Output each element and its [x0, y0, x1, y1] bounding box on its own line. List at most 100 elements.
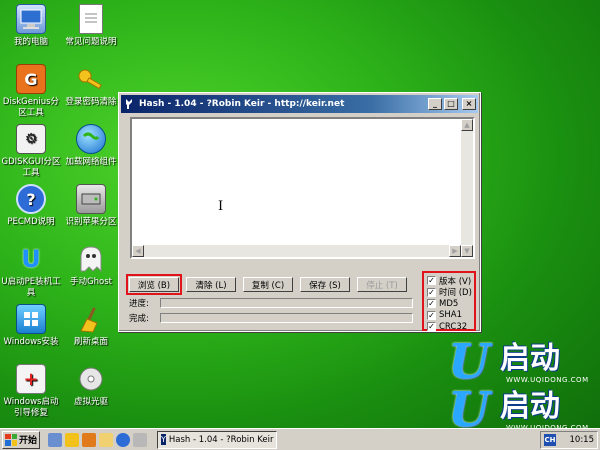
checkbox-sha1[interactable]: ✓ SHA1 [427, 310, 474, 322]
desktop-icon-u-installer[interactable]: U U启动PE装机工具 [0, 244, 62, 299]
scroll-left-button[interactable]: ◀ [132, 245, 144, 257]
checkmark-icon: ✓ [427, 287, 436, 297]
desktop-icon-my-computer[interactable]: 我的电脑 [0, 4, 62, 48]
checkmark-icon: ✓ [427, 276, 436, 286]
drive-icon [76, 184, 106, 214]
close-button[interactable]: × [462, 98, 476, 110]
clear-button[interactable]: 清除 (L) [186, 277, 236, 292]
help-icon: ? [16, 184, 46, 214]
save-button[interactable]: 保存 (S) [300, 277, 350, 292]
key-icon [76, 64, 106, 94]
tool-icon[interactable] [82, 432, 96, 447]
checkbox-time[interactable]: ✓ 时间 (D) [427, 287, 474, 299]
desktop-icon-apple-partition[interactable]: 识别苹果分区 [60, 184, 122, 228]
brand-letter: U [448, 334, 490, 390]
desktop-icon-label: 刷新桌面 [73, 337, 108, 347]
close-icon: × [465, 99, 473, 108]
desktop-icon-ghost[interactable]: 手动Ghost [60, 244, 122, 288]
brand-url: WWW.UQIDONG.COM [506, 376, 589, 384]
taskbar-item-label: Hash - 1.04 - ?Robin Keir ... [168, 434, 277, 445]
scroll-right-button[interactable]: ▶ [449, 245, 461, 257]
desktop-icon-label: 手动Ghost [70, 277, 112, 287]
explorer-icon[interactable] [65, 432, 79, 447]
complete-bar [160, 313, 413, 323]
medkit-icon: + [16, 364, 46, 394]
start-label: 开始 [19, 436, 38, 446]
complete-label: 完成: [129, 314, 149, 324]
hash-options-group: ✓ 版本 (V) ✓ 时间 (D) ✓ MD5 ✓ SHA1 ✓ CRC32 [422, 271, 476, 333]
desktop-icon-network[interactable]: 加载网络组件 [60, 124, 122, 168]
windows-logo-icon [5, 433, 17, 446]
minimize-icon: _ [433, 99, 437, 108]
text-cursor-icon: I [218, 199, 224, 214]
desktop-icon-label: 我的电脑 [13, 37, 48, 47]
eraser-icon[interactable] [133, 432, 147, 447]
folder-icon[interactable] [99, 432, 113, 447]
quick-launch [48, 432, 147, 447]
desktop-icon-gdisk[interactable]: ⚙ GDISKGUI分区工具 [0, 124, 62, 179]
action-button-row: 浏览 (B) 清除 (L) 复制 (C) 保存 (S) 停止 (T) [126, 274, 407, 295]
u-installer-icon: U [21, 244, 41, 273]
desktop-icon-label: GDISKGUI分区工具 [1, 157, 61, 178]
hash-app-icon: Y [161, 434, 166, 445]
maximize-button[interactable]: □ [444, 98, 458, 110]
hash-output-area[interactable]: I ▲ ▼ ◀ ▶ [130, 117, 475, 259]
desktop-icon-diskgenius[interactable]: G DiskGenius分区工具 [0, 64, 62, 119]
cd-icon [76, 364, 106, 394]
window-titlebar[interactable]: Hash - 1.04 - ?Robin Keir - http://keir.… [121, 95, 478, 113]
desktop-icon-windows-setup[interactable]: Windows安装 [0, 304, 62, 348]
desktop-icon-faq[interactable]: 常见问题说明 [60, 4, 122, 48]
desktop-icon-pecmd[interactable]: ? PECMD说明 [0, 184, 62, 228]
browse-button[interactable]: 浏览 (B) [126, 274, 182, 295]
checkmark-icon: ✓ [427, 299, 436, 309]
desktop-icon-virtual-cd[interactable]: 虚拟光驱 [60, 364, 122, 408]
gdisk-icon: ⚙ [16, 124, 46, 154]
checkbox-label: CRC32 [439, 321, 468, 332]
window-title: Hash - 1.04 - ?Robin Keir - http://keir.… [139, 99, 345, 109]
maximize-icon: □ [447, 99, 455, 108]
scroll-up-button[interactable]: ▲ [461, 119, 473, 131]
desktop-icon-boot-repair[interactable]: + Windows启动引导修复 [0, 364, 62, 419]
horizontal-scrollbar[interactable]: ◀ ▶ [132, 245, 461, 257]
desktop-icon-password-clear[interactable]: 登录密码清除 [60, 64, 122, 108]
my-computer-icon [16, 4, 46, 34]
document-icon [79, 4, 103, 34]
system-tray: CH 10:15 [540, 431, 598, 449]
progress-bar [160, 298, 413, 308]
taskbar-item-hash[interactable]: Y Hash - 1.04 - ?Robin Keir ... [157, 430, 277, 449]
diskgenius-icon: G [16, 64, 46, 94]
hash-window: Hash - 1.04 - ?Robin Keir - http://keir.… [118, 92, 481, 332]
show-desktop-icon[interactable] [48, 432, 62, 447]
taskbar: 开始 Y Hash - 1.04 - ?Robin Keir ... CH 10… [0, 428, 600, 450]
brand-text: 启动 [500, 389, 560, 424]
checkbox-version[interactable]: ✓ 版本 (V) [427, 275, 474, 287]
windows-setup-icon [16, 304, 46, 334]
desktop-icon-label: 识别苹果分区 [65, 217, 117, 227]
desktop-icon-refresh-desktop[interactable]: 刷新桌面 [60, 304, 122, 348]
start-button[interactable]: 开始 [2, 430, 40, 449]
scroll-down-button[interactable]: ▼ [461, 245, 473, 257]
hash-app-icon [123, 98, 135, 110]
minimize-button[interactable]: _ [428, 98, 442, 110]
checkbox-label: 时间 (D) [439, 288, 472, 299]
checkmark-icon: ✓ [427, 310, 436, 320]
desktop-icon-label: 登录密码清除 [65, 97, 117, 107]
checkbox-crc32[interactable]: ✓ CRC32 [427, 321, 474, 333]
network-globe-icon [76, 124, 106, 154]
brand-letter: U [448, 382, 490, 438]
broom-icon [76, 304, 106, 334]
copy-button[interactable]: 复制 (C) [243, 277, 293, 292]
input-language-icon[interactable]: CH [544, 434, 556, 446]
progress-label: 进度: [129, 299, 149, 309]
checkbox-label: 版本 (V) [439, 276, 472, 287]
clock[interactable]: 10:15 [570, 435, 595, 445]
checkbox-label: SHA1 [439, 310, 463, 321]
ghost-icon [76, 244, 106, 274]
stop-button[interactable]: 停止 (T) [357, 277, 407, 292]
globe-icon[interactable] [116, 432, 130, 447]
checkmark-icon: ✓ [427, 322, 436, 332]
brand-watermark: U 启动 WWW.UQIDONG.COM [448, 334, 589, 390]
checkbox-md5[interactable]: ✓ MD5 [427, 298, 474, 310]
desktop-icon-label: 加载网络组件 [65, 157, 117, 167]
vertical-scrollbar[interactable]: ▲ ▼ [461, 119, 473, 257]
